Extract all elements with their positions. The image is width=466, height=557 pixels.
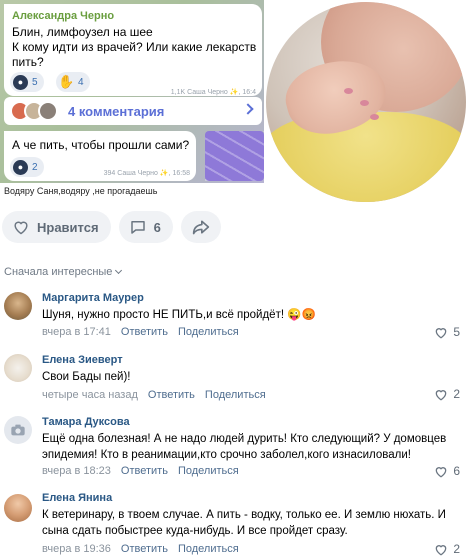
chat-bubble: Александра Черно Блин, лимфоузел на шее … xyxy=(4,4,262,96)
comments-count-label: 4 комментария xyxy=(68,103,165,119)
comment-like-button[interactable]: 5 xyxy=(434,325,460,339)
comments-count: 6 xyxy=(153,219,161,235)
heart-icon xyxy=(436,327,447,339)
share-link[interactable]: Поделиться xyxy=(205,389,266,401)
share-arrow-icon xyxy=(192,220,209,235)
comment-like-button[interactable]: 2 xyxy=(434,542,460,556)
comment-avatars xyxy=(10,101,58,121)
caption-strip: Водяру Саня,водяру ,не прогадаешь xyxy=(0,183,264,203)
reaction-count: 2 xyxy=(32,161,38,173)
comments-button[interactable]: 6 xyxy=(118,211,173,243)
chat-bubble: А че пить, чтобы прошли сами? ● 2 394 Са… xyxy=(4,131,196,181)
reaction-chip: ● 2 xyxy=(10,157,44,177)
avatar[interactable] xyxy=(4,494,32,522)
comment-like-button[interactable]: 2 xyxy=(434,387,460,401)
avatar[interactable] xyxy=(4,354,32,382)
reaction-count: 5 xyxy=(32,76,38,88)
share-link[interactable]: Поделиться xyxy=(178,326,239,338)
heart-icon xyxy=(436,466,447,478)
avatar xyxy=(38,101,58,121)
comment-text: Шуня, нужно просто НЕ ПИТЬ,и всё пройдёт… xyxy=(42,309,316,321)
heart-icon xyxy=(14,221,28,235)
reaction-count: 4 xyxy=(78,76,84,88)
reply-link[interactable]: Ответить xyxy=(121,465,168,477)
clap-emoji-icon: ✋ xyxy=(58,74,75,89)
comment-meta: вчера в 18:23 Ответить Поделиться xyxy=(42,465,239,477)
comment-time[interactable]: вчера в 19:36 xyxy=(42,543,111,555)
comment-text: Свои Бады пей)! xyxy=(42,371,131,383)
reaction-chip: ✋ 4 xyxy=(56,72,90,92)
avatar[interactable] xyxy=(4,416,32,444)
comment-meta: четыре часа назад Ответить Поделиться xyxy=(42,389,266,401)
reply-link[interactable]: Ответить xyxy=(121,326,168,338)
camera-icon xyxy=(11,424,25,436)
comment-text: Ещё одна болезная! А не надо людей дурит… xyxy=(42,433,447,461)
emoji-icon: ● xyxy=(13,74,28,90)
comment-icon xyxy=(130,221,145,234)
comment-like-button[interactable]: 6 xyxy=(434,464,460,478)
heart-icon xyxy=(436,544,447,556)
comment-text: К ветеринару, в твоем случае. А пить - в… xyxy=(42,509,446,537)
post-actions: Нравится 6 xyxy=(0,211,221,243)
emoji-icon: ● xyxy=(13,159,28,175)
comment-author[interactable]: Тамара Дуксова xyxy=(42,416,130,428)
chat-meta: 1,1K Саша Черно ✨, 16:4 xyxy=(170,89,256,96)
chat-screenshot: Александра Черно Блин, лимфоузел на шее … xyxy=(0,0,264,203)
chat-message: Блин, лимфоузел на шее К кому идти из вр… xyxy=(12,25,257,69)
share-link[interactable]: Поделиться xyxy=(178,465,239,477)
reply-link[interactable]: Ответить xyxy=(148,389,195,401)
comment-author[interactable]: Елена Зиеверт xyxy=(42,354,123,366)
comment-meta: вчера в 19:36 Ответить Поделиться xyxy=(42,543,239,555)
like-count: 6 xyxy=(453,464,460,478)
like-button[interactable]: Нравится xyxy=(2,211,111,243)
chat-author: Александра Черно xyxy=(12,10,115,22)
share-link[interactable]: Поделиться xyxy=(178,543,239,555)
chat-wallpaper xyxy=(205,131,264,181)
avatar[interactable] xyxy=(4,292,32,320)
comment-author[interactable]: Маргарита Маурер xyxy=(42,292,144,304)
post-image-collage[interactable]: Александра Черно Блин, лимфоузел на шее … xyxy=(0,0,466,203)
share-button[interactable] xyxy=(180,211,221,243)
chat-meta: 394 Саша Черно ✨, 16:58 xyxy=(103,170,190,177)
comment-sort-dropdown[interactable]: Сначала интересные xyxy=(4,266,123,278)
reply-link[interactable]: Ответить xyxy=(121,543,168,555)
reaction-chip: ● 5 xyxy=(10,72,44,92)
comment-time[interactable]: вчера в 17:41 xyxy=(42,326,111,338)
like-count: 5 xyxy=(453,325,460,339)
chevron-right-icon xyxy=(242,103,254,115)
sort-label: Сначала интересные xyxy=(4,266,113,278)
like-label: Нравится xyxy=(37,219,99,235)
comment-time[interactable]: четыре часа назад xyxy=(42,389,138,401)
comment-author[interactable]: Елена Янина xyxy=(42,492,112,504)
heart-icon xyxy=(436,389,447,401)
comment-time[interactable]: вчера в 18:23 xyxy=(42,465,111,477)
chevron-down-icon xyxy=(115,266,123,275)
image-caption: Водяру Саня,водяру ,не прогадаешь xyxy=(4,186,158,196)
chat-comments-bar: 4 комментария xyxy=(4,97,262,125)
comment-meta: вчера в 17:41 Ответить Поделиться xyxy=(42,326,239,338)
like-count: 2 xyxy=(453,542,460,556)
neck-photo xyxy=(266,2,466,202)
like-count: 2 xyxy=(453,387,460,401)
